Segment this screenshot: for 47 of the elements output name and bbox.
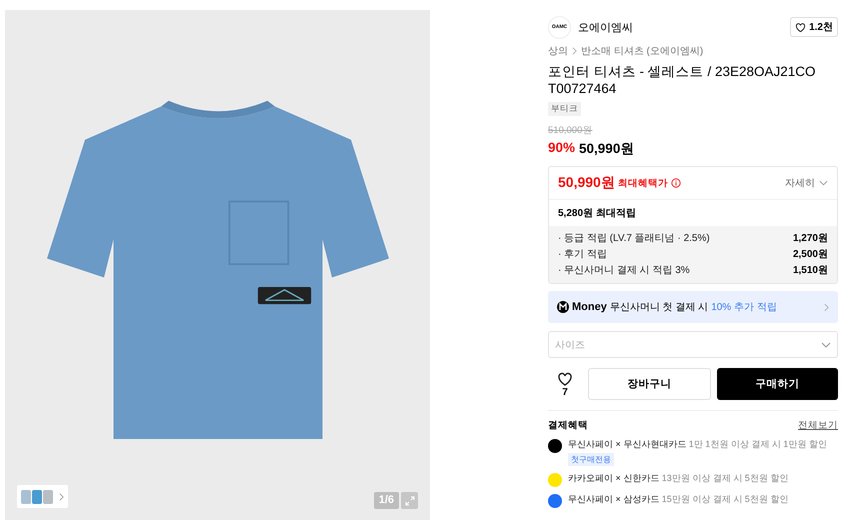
expand-icon xyxy=(404,496,414,506)
breadcrumb-link[interactable]: 상의 xyxy=(548,44,568,58)
max-benefit-price: 50,990원 xyxy=(558,174,615,192)
points-amount: 2,500원 xyxy=(792,248,828,262)
chevron-down-icon xyxy=(821,342,831,348)
thumbnail-strip[interactable] xyxy=(17,485,68,508)
detail-toggle[interactable]: 자세히 xyxy=(785,176,828,190)
expand-button[interactable] xyxy=(401,492,418,509)
view-all-link[interactable]: 전체보기 xyxy=(798,419,838,432)
product-title: 포인터 티셔츠 - 셀레스트 / 23E28OAJ21COT00727464 xyxy=(548,63,817,97)
points-amount: 1,510원 xyxy=(792,264,828,278)
breadcrumb-link[interactable]: 반소매 티셔츠 (오에이엠씨) xyxy=(581,44,704,58)
banner-text: 무신사머니 첫 결제 시 xyxy=(610,301,708,314)
cart-button[interactable]: 장바구니 xyxy=(588,368,711,400)
promo-badge: 첫구매전용 xyxy=(568,453,614,466)
tag-label: 부티크 xyxy=(548,102,581,116)
wishlist-count: 7 xyxy=(562,386,568,398)
buy-button[interactable]: 구매하기 xyxy=(717,368,838,400)
chevron-down-icon xyxy=(819,180,828,186)
select-placeholder: 사이즈 xyxy=(555,338,585,352)
points-label: · 무신사머니 결제 시 적립 3% xyxy=(558,264,690,278)
points-label: · 후기 적립 xyxy=(558,248,607,262)
brand-name[interactable]: 오에이엠씨 xyxy=(578,20,633,34)
chevron-right-icon xyxy=(59,492,64,500)
banner-highlight: 10% 추가 적립 xyxy=(711,301,777,314)
money-logo-icon xyxy=(557,301,569,313)
heart-icon xyxy=(557,370,573,386)
benefit-text: 카카오페이 × 신한카드 13만원 이상 결제 시 5천원 할인 xyxy=(568,472,788,485)
discount-rate: 90% xyxy=(548,140,576,157)
info-icon xyxy=(670,178,681,188)
wishlist-button[interactable]: 7 xyxy=(548,368,582,400)
section-title: 결제혜택 xyxy=(548,419,588,432)
chevron-right-icon xyxy=(572,47,577,55)
image-counter: 1/6 xyxy=(374,492,399,509)
benefit-text: 무신사페이 × 무신사현대카드 1만 1천원 이상 결제 시 1만원 할인 xyxy=(568,438,827,451)
benefit-text: 무신사페이 × 삼성카드 15만원 이상 결제 시 5천원 할인 xyxy=(568,493,788,506)
money-logo: Money xyxy=(572,301,607,313)
sale-price: 50,990원 xyxy=(579,140,634,158)
points-total: 5,280원 최대적립 xyxy=(557,207,637,221)
points-amount: 1,270원 xyxy=(792,232,828,246)
money-banner[interactable]: Money 무신사머니 첫 결제 시 10% 추가 적립 xyxy=(548,291,838,323)
heart-icon xyxy=(795,22,806,32)
chevron-right-icon xyxy=(824,302,829,312)
max-benefit-label: 최대혜택가 xyxy=(618,176,668,190)
original-price: 510,000원 xyxy=(548,124,594,137)
like-button[interactable]: 1.2천 xyxy=(790,17,838,37)
points-label: · 등급 적립 (LV.7 플래티넘 · 2.5%) xyxy=(558,232,710,246)
